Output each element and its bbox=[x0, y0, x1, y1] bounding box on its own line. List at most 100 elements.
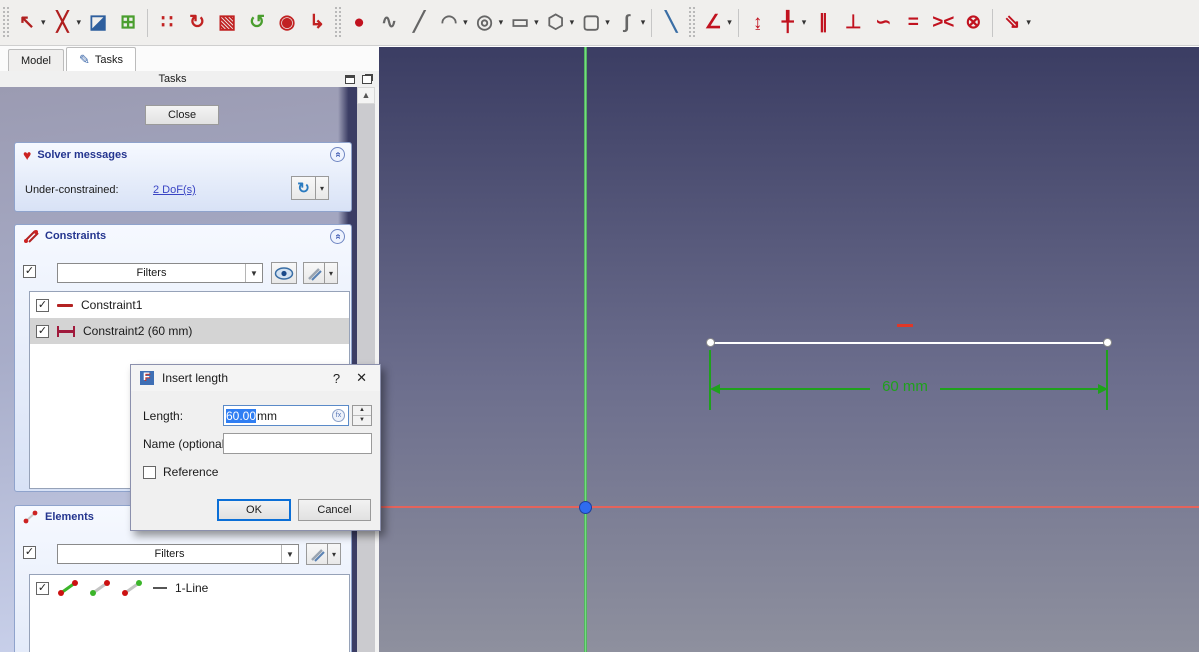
horizontal-constraint-marker[interactable] bbox=[897, 324, 913, 327]
line-start-point[interactable] bbox=[706, 338, 715, 347]
leave-sketch-icon[interactable]: ↖ ▾ bbox=[12, 6, 48, 40]
create-polygon-icon[interactable]: ⬡ ▾ bbox=[541, 6, 577, 40]
collapse-solver-icon[interactable]: « bbox=[330, 147, 345, 162]
name-input[interactable] bbox=[223, 433, 372, 454]
spin-down-icon[interactable]: ▼ bbox=[353, 416, 371, 425]
toggle-driving-constraint-icon[interactable]: ⇘ ▾ bbox=[997, 6, 1033, 40]
3d-viewport[interactable]: 60 mm bbox=[379, 47, 1199, 652]
end-point-icon bbox=[122, 580, 142, 596]
reference-checkbox[interactable] bbox=[143, 465, 156, 479]
tab-model[interactable]: Model bbox=[8, 49, 64, 71]
dof-link[interactable]: 2 DoF(s) bbox=[153, 184, 196, 196]
length-label: Length: bbox=[143, 409, 184, 423]
dropdown-caret[interactable]: ▾ bbox=[802, 17, 807, 28]
block-constraint-icon[interactable]: ⊗ bbox=[958, 6, 988, 40]
parallel-constraint-icon[interactable]: ∥ bbox=[808, 6, 838, 40]
dropdown-caret[interactable]: ▾ bbox=[727, 17, 732, 28]
tangent-constraint-icon[interactable]: ∽ bbox=[868, 6, 898, 40]
merge-sketches-icon[interactable]: ⊞ bbox=[113, 6, 143, 40]
cancel-button[interactable]: Cancel bbox=[298, 499, 371, 521]
collapse-constraints-icon[interactable]: « bbox=[330, 229, 345, 244]
glyph: ∿ bbox=[381, 11, 398, 33]
constraint1-checkbox[interactable]: ✓ bbox=[36, 298, 49, 312]
elements-filter-combo[interactable]: Filters ▼ bbox=[57, 544, 299, 564]
symmetry-icon[interactable]: ◉ bbox=[272, 6, 302, 40]
elements-filter-checkbox[interactable]: ✓ bbox=[23, 546, 36, 559]
dialog-help-button[interactable]: ? bbox=[329, 371, 344, 386]
dropdown-caret[interactable]: ▾ bbox=[534, 17, 539, 28]
create-circle-icon[interactable]: ◎ ▾ bbox=[470, 6, 506, 40]
create-arc-icon[interactable]: ◠ ▾ bbox=[434, 6, 470, 40]
scroll-up-icon[interactable]: ▲ bbox=[357, 87, 375, 104]
create-rectangle-icon[interactable]: ▭ ▾ bbox=[505, 6, 541, 40]
select-redundant-constraints-icon[interactable]: ↻ bbox=[182, 6, 212, 40]
dimension-value-label[interactable]: 60 mm bbox=[870, 378, 940, 395]
dimension-line[interactable] bbox=[940, 388, 1106, 390]
equal-constraint-icon[interactable]: = bbox=[898, 6, 928, 40]
spin-up-icon[interactable]: ▲ bbox=[353, 406, 371, 416]
element-row[interactable]: ✓ 1-Line bbox=[30, 575, 349, 601]
vertical-distance-icon[interactable]: ↨ bbox=[743, 6, 773, 40]
create-point-icon[interactable]: ● bbox=[344, 6, 374, 40]
create-line-icon[interactable]: ╱ bbox=[404, 6, 434, 40]
select-associated-geometry-icon[interactable]: ∷ bbox=[152, 6, 182, 40]
constraint2-label: Constraint2 (60 mm) bbox=[83, 324, 193, 338]
elements-settings-caret[interactable]: ▾ bbox=[328, 543, 341, 565]
perpendicular-constraint-icon[interactable]: ⊥ bbox=[838, 6, 868, 40]
sketch-line[interactable] bbox=[710, 342, 1108, 344]
length-stepper[interactable]: ▲ ▼ bbox=[352, 405, 372, 426]
toolbar-handle[interactable] bbox=[335, 6, 343, 39]
toolbar-handle[interactable] bbox=[689, 6, 697, 39]
show-internal-geometry-icon[interactable]: ↺ bbox=[242, 6, 272, 40]
refresh-button[interactable]: ↻ bbox=[291, 176, 316, 200]
constraints-settings-button[interactable] bbox=[303, 262, 325, 284]
elements-section-title: Elements bbox=[45, 511, 94, 523]
dropdown-caret[interactable]: ▾ bbox=[41, 17, 46, 28]
origin-point[interactable] bbox=[579, 501, 592, 514]
dropdown-caret[interactable]: ▾ bbox=[605, 17, 610, 28]
create-slot-icon[interactable]: ▢ ▾ bbox=[576, 6, 612, 40]
glyph: ↺ bbox=[249, 11, 266, 33]
show-constraints-button[interactable] bbox=[271, 262, 297, 284]
dropdown-caret[interactable]: ▾ bbox=[1026, 17, 1031, 28]
elements-settings-button[interactable] bbox=[306, 543, 328, 565]
dimension-line[interactable] bbox=[713, 388, 870, 390]
dropdown-caret[interactable]: ▾ bbox=[641, 17, 646, 28]
pencil-icon: ✎ bbox=[79, 51, 90, 67]
dimension-arrow-right bbox=[1098, 384, 1108, 394]
toolbar-handle[interactable] bbox=[3, 6, 10, 39]
panel-dock-icon[interactable] bbox=[345, 74, 355, 84]
expression-editor-icon[interactable]: fx bbox=[332, 409, 345, 422]
dropdown-caret[interactable]: ▾ bbox=[463, 17, 468, 28]
constraint-row[interactable]: ✓ Constraint1 bbox=[30, 292, 349, 318]
view-sketch-icon[interactable]: ╳ ▾ bbox=[48, 6, 84, 40]
dropdown-caret[interactable]: ▾ bbox=[570, 17, 575, 28]
line-end-point[interactable] bbox=[1103, 338, 1112, 347]
select-elements-with-dofs-icon[interactable]: ▧ bbox=[212, 6, 242, 40]
horizontal-vertical-constraint-icon[interactable]: ╀ ▾ bbox=[773, 6, 809, 40]
close-task-button[interactable]: Close bbox=[145, 105, 219, 125]
constraint-row[interactable]: ✓ Constraint2 (60 mm) bbox=[30, 318, 349, 344]
dimension-angle-icon[interactable]: ∠ ▾ bbox=[698, 6, 734, 40]
dropdown-caret[interactable]: ▾ bbox=[499, 17, 504, 28]
create-polyline-icon[interactable]: ∿ bbox=[374, 6, 404, 40]
create-bspline-icon[interactable]: ∫ ▾ bbox=[612, 6, 648, 40]
panel-float-icon[interactable] bbox=[362, 74, 372, 84]
dialog-titlebar[interactable]: Insert length ? ✕ bbox=[131, 365, 380, 391]
constraints-filter-combo[interactable]: Filters ▼ bbox=[57, 263, 263, 283]
element1-checkbox[interactable]: ✓ bbox=[36, 581, 49, 595]
constraints-filter-checkbox[interactable]: ✓ bbox=[23, 265, 36, 278]
dialog-close-icon[interactable]: ✕ bbox=[352, 370, 371, 386]
symmetric-constraint-icon[interactable]: >< bbox=[928, 6, 958, 40]
toggle-construction-icon[interactable]: ╲ bbox=[656, 6, 686, 40]
dropdown-caret[interactable]: ▾ bbox=[77, 17, 82, 28]
view-section-icon[interactable]: ◪ bbox=[83, 6, 113, 40]
glyph: ∽ bbox=[875, 11, 892, 33]
ok-button[interactable]: OK bbox=[217, 499, 291, 521]
tab-tasks[interactable]: ✎ Tasks bbox=[66, 47, 137, 71]
constraints-settings-caret[interactable]: ▾ bbox=[325, 262, 338, 284]
rectangular-array-icon[interactable]: ↳ bbox=[302, 6, 332, 40]
constraint2-checkbox[interactable]: ✓ bbox=[36, 324, 49, 338]
length-input[interactable]: 60.00 mm fx bbox=[223, 405, 349, 426]
refresh-dropdown-caret[interactable]: ▾ bbox=[316, 176, 329, 200]
